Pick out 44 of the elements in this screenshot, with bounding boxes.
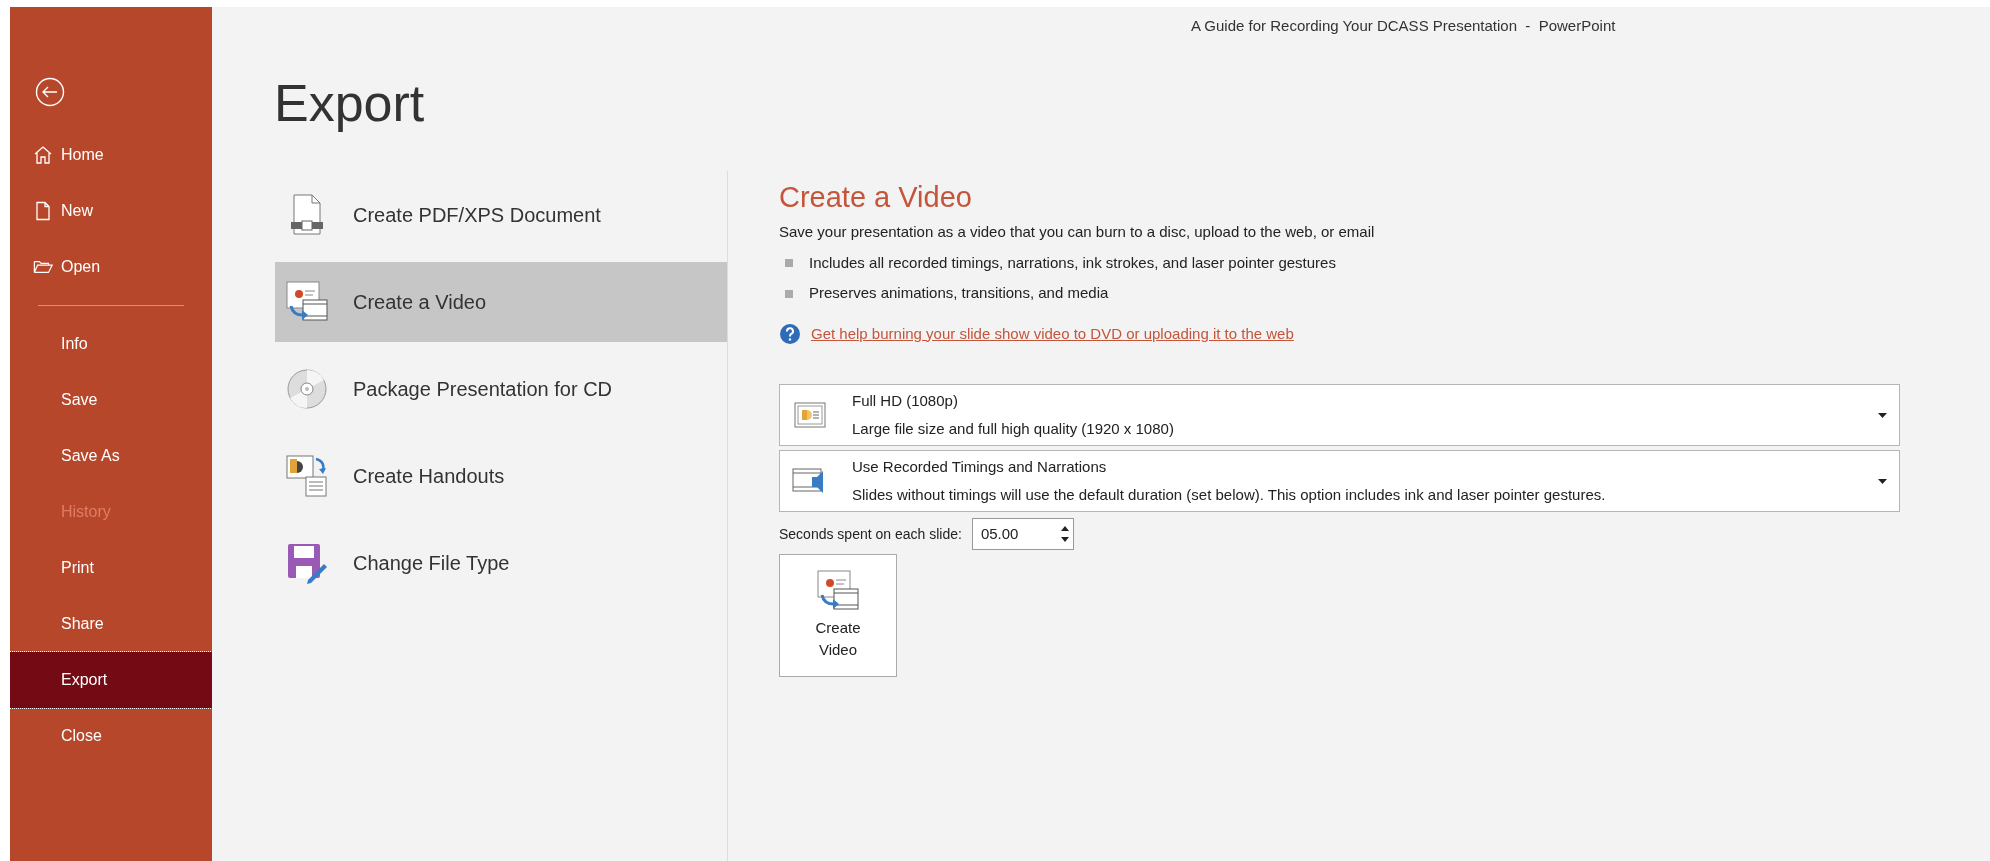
sidebar-item[interactable]: Open <box>10 239 212 295</box>
help-link[interactable]: Get help burning your slide show video to DVD or uploading it to the web <box>811 322 1294 346</box>
dropdown-arrow-icon <box>1878 478 1887 484</box>
floppy-disk-icon <box>286 542 328 584</box>
sidebar-item[interactable]: New <box>10 183 212 239</box>
sidebar-item[interactable]: Home <box>10 127 212 183</box>
export-option[interactable]: Change File Type <box>275 523 727 603</box>
bullet-text: Preserves animations, transitions, and media <box>809 283 1109 304</box>
sidebar-item[interactable]: Print <box>10 540 212 596</box>
help-icon <box>779 323 801 345</box>
section-title: Create a Video <box>779 180 973 215</box>
sidebar-item[interactable]: Save <box>10 372 212 428</box>
create-video-button[interactable]: Create Video <box>779 554 897 678</box>
sidebar-item[interactable]: Export <box>10 652 212 708</box>
dropdown-subtitle: Large file size and full high quality (1920 x 1080) <box>852 419 1175 440</box>
document-icon <box>33 201 53 221</box>
bullet-icon <box>785 289 793 298</box>
dropdown-arrow-icon <box>1878 412 1887 418</box>
bullet-text: Includes all recorded timings, narrations, ink strokes, and laser pointer gestures <box>809 252 1336 273</box>
document-icon <box>289 194 325 236</box>
handout-icon <box>286 455 328 497</box>
bullet-icon <box>785 259 793 267</box>
export-option[interactable]: Package Presentation for CD <box>275 349 727 429</box>
slide-icon <box>794 402 826 429</box>
export-option[interactable]: Create a Video <box>275 262 727 342</box>
dropdown-subtitle: Slides without timings will use the default duration (set below). This option includes ink and laser pointer gestures. <box>852 485 1607 506</box>
dropdown[interactable]: Use Recorded Timings and Narrations Slides without timings will use the default duration (set below). This option includes ink and laser pointer gestures. <box>779 450 1900 513</box>
seconds-label: Seconds spent on each slide: <box>779 524 962 544</box>
back-icon[interactable] <box>35 77 65 107</box>
sidebar-item[interactable]: Close <box>10 708 212 764</box>
disc-icon <box>286 368 328 410</box>
dropdown-title: Use Recorded Timings and Narrations <box>852 456 1108 477</box>
sidebar-item[interactable]: Share <box>10 596 212 652</box>
seconds-spinner[interactable]: 05.00 <box>971 518 1074 551</box>
sidebar-item[interactable]: Save As <box>10 428 212 484</box>
description: Save your presentation as a video that you can burn to a disc, upload to the web, or email <box>779 222 1376 243</box>
dropdown-title: Full HD (1080p) <box>852 390 959 411</box>
export-option[interactable]: Create PDF/XPS Document <box>275 175 727 255</box>
slide-video-icon <box>285 280 329 324</box>
export-option[interactable]: Create Handouts <box>275 436 727 516</box>
home-icon <box>33 145 53 165</box>
dropdown[interactable]: Full HD (1080p) Large file size and full high quality (1920 x 1080) <box>779 384 1900 447</box>
sidebar-item[interactable]: Info <box>10 316 212 372</box>
window-title: A Guide for Recording Your DCASS Presentation - PowerPoint <box>1191 15 1616 36</box>
